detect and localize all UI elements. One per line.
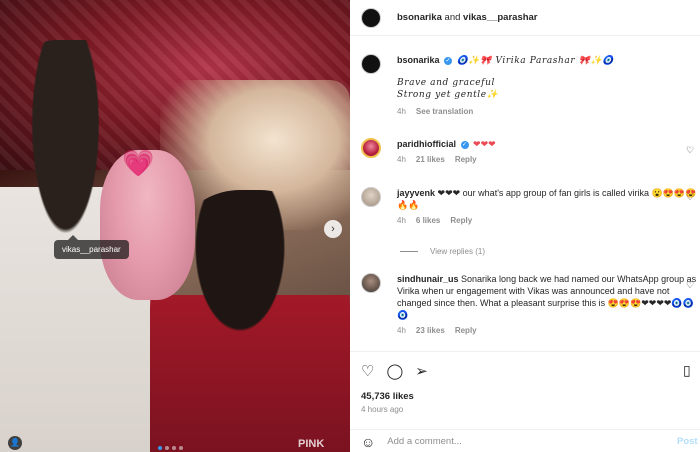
user-tag-pill[interactable]: vikas__parashar: [54, 235, 129, 259]
caption-avatar[interactable]: [361, 54, 381, 74]
commenter-avatar[interactable]: [361, 273, 381, 293]
comment-username[interactable]: sindhunair_us: [397, 274, 459, 284]
comment-input[interactable]: Add a comment...: [387, 436, 461, 447]
see-translation-link[interactable]: See translation: [416, 106, 473, 118]
post-author-title: bsonarika and vikas__parashar: [397, 12, 538, 23]
comment-username[interactable]: jayyvenk: [397, 188, 435, 198]
comment: paridhiofficial ✓ ❤❤❤ 4h 21 likes Reply: [361, 138, 700, 166]
collab-and: and: [444, 12, 461, 23]
post-actions: ♡ ◯ ➢ ▯ 45,736 likes 4 hours ago ☺ Add a…: [350, 351, 700, 452]
share-icon[interactable]: ➢: [415, 362, 428, 380]
author-username[interactable]: bsonarika: [397, 12, 442, 23]
commenter-avatar[interactable]: [361, 187, 381, 207]
comment-time: 4h: [397, 216, 406, 225]
post-header: bsonarika and vikas__parashar: [350, 0, 700, 36]
emoji-icon[interactable]: ☺: [361, 434, 375, 450]
carousel-dot: [158, 446, 162, 450]
comment-composer: ☺ Add a comment... Post: [350, 429, 700, 452]
caption-line-1: Brave and graceful: [397, 78, 495, 88]
view-replies-button[interactable]: View replies (1): [400, 247, 485, 256]
comment-username[interactable]: paridhiofficial: [397, 139, 456, 149]
reply-button[interactable]: Reply: [450, 215, 472, 227]
caption-time: 4h: [397, 107, 406, 116]
comment-likes[interactable]: 6 likes: [416, 215, 440, 227]
comment: jayyvenk ❤❤❤ our what's app group of fan…: [361, 187, 700, 227]
commenter-avatar[interactable]: [361, 138, 381, 158]
verified-badge-icon: ✓: [444, 56, 453, 65]
caption-title: 🧿✨🎀 Virika Parashar 🎀✨🧿: [456, 56, 615, 66]
reply-button[interactable]: Reply: [455, 325, 477, 337]
post-media[interactable]: 💗 vikas__parashar › 👤 PINK: [0, 0, 350, 452]
view-replies-label[interactable]: View replies (1): [430, 247, 485, 256]
comment-time: 4h: [397, 155, 406, 164]
comment: sindhunair_us Sonarika long back we had …: [361, 273, 700, 337]
likes-count[interactable]: 45,736 likes: [361, 391, 414, 402]
next-photo-button[interactable]: ›: [324, 220, 342, 238]
watermark: PINK: [298, 438, 325, 450]
reply-button[interactable]: Reply: [455, 154, 477, 166]
author-avatar[interactable]: [361, 7, 381, 28]
comments-section[interactable]: bsonarika ✓ 🧿✨🎀 Virika Parashar 🎀✨🧿 Brav…: [350, 37, 700, 350]
verified-badge-icon: ✓: [460, 140, 469, 149]
carousel-dot: [179, 446, 183, 450]
comment-time: 4h: [397, 326, 406, 335]
carousel-dot: [172, 446, 176, 450]
like-comment-icon[interactable]: ♡: [686, 145, 696, 156]
caption-line-2: Strong yet gentle✨: [397, 90, 499, 100]
replies-divider: [400, 251, 418, 252]
heart-sticker: 💗: [122, 148, 155, 178]
bookmark-icon[interactable]: ▯: [683, 362, 691, 379]
comment-text: ❤❤❤ our what's app group of fan girls is…: [397, 188, 697, 210]
carousel-dots: [158, 446, 183, 450]
post-sidebar: bsonarika and vikas__parashar bsonarika …: [350, 0, 700, 452]
comment-likes[interactable]: 23 likes: [416, 325, 445, 337]
carousel-dot: [165, 446, 169, 450]
like-comment-icon[interactable]: ♡: [686, 280, 696, 291]
collab-username[interactable]: vikas__parashar: [463, 12, 537, 23]
post-time[interactable]: 4 hours ago: [361, 405, 403, 414]
like-icon[interactable]: ♡: [361, 362, 374, 380]
comment-likes[interactable]: 21 likes: [416, 154, 445, 166]
user-tags-icon[interactable]: 👤: [8, 436, 22, 450]
post-comment-button[interactable]: Post: [677, 436, 698, 447]
caption-username[interactable]: bsonarika: [397, 55, 440, 65]
like-comment-icon[interactable]: ♡: [686, 192, 696, 203]
caption: bsonarika ✓ 🧿✨🎀 Virika Parashar 🎀✨🧿 Brav…: [361, 54, 700, 118]
comment-text: ❤❤❤: [473, 139, 496, 149]
comment-icon[interactable]: ◯: [386, 362, 403, 380]
